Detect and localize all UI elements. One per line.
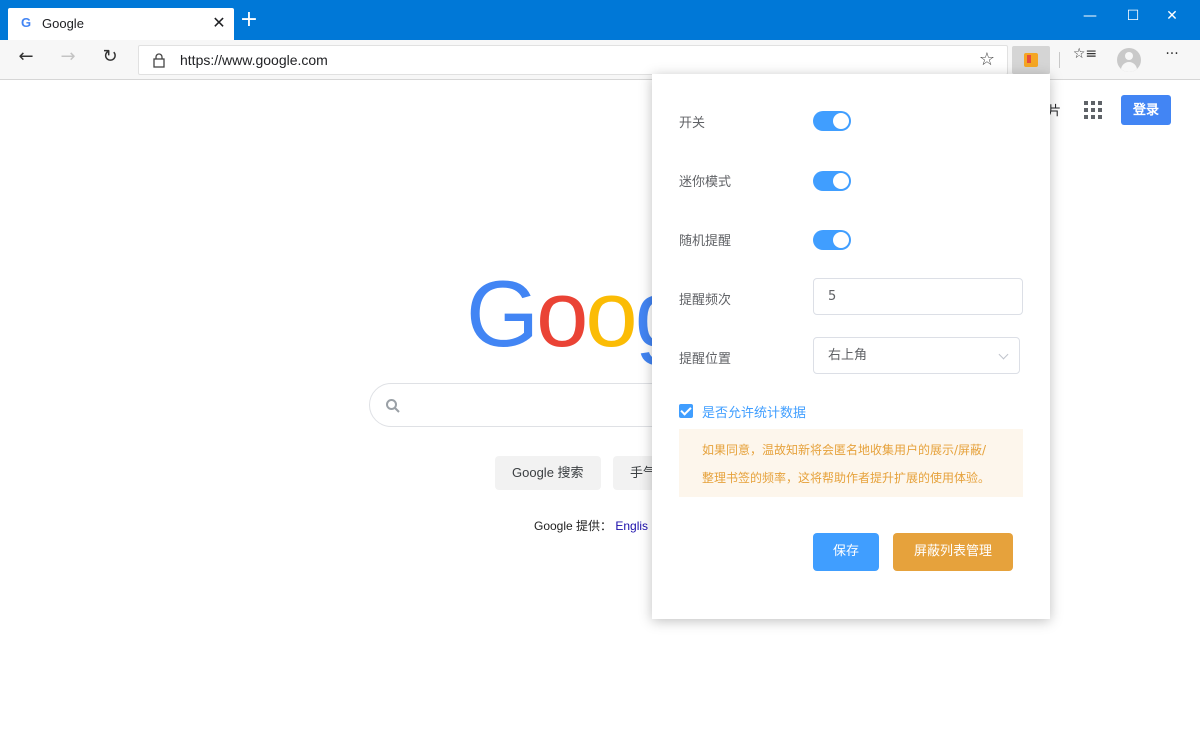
lock-icon	[153, 53, 165, 68]
browser-tab[interactable]: G Google ✕	[8, 8, 234, 40]
allow-stats-checkbox[interactable]	[679, 404, 693, 418]
url-text[interactable]: https://www.google.com	[180, 52, 328, 68]
frequency-label: 提醒频次	[679, 293, 732, 308]
signin-button[interactable]: 登录	[1121, 95, 1171, 125]
tab-close-icon[interactable]: ✕	[210, 13, 228, 33]
forward-button[interactable]: →	[54, 46, 82, 74]
notice-line-2: 整理书签的频率，这将帮助作者提升扩展的使用体验。	[702, 471, 991, 485]
bookmark-extension-icon	[1024, 53, 1038, 67]
more-menu-button[interactable]: ···	[1158, 46, 1186, 74]
address-bar[interactable]: https://www.google.com ☆	[138, 45, 1008, 75]
switch-label: 开关	[679, 116, 706, 131]
title-bar: G Google ✕ + — ☐ ✕	[0, 0, 1200, 40]
favorites-list-button[interactable]: ☆≡	[1071, 46, 1099, 74]
random-reminder-label: 随机提醒	[679, 234, 732, 249]
position-select-value: 右上角	[828, 348, 868, 363]
save-button[interactable]: 保存	[813, 533, 879, 571]
refresh-button[interactable]: ↻	[96, 46, 124, 74]
window-close-button[interactable]: ✕	[1152, 4, 1192, 28]
offered-in-label: Google 提供：	[534, 519, 613, 533]
minimize-button[interactable]: —	[1070, 4, 1110, 28]
allow-stats-label[interactable]: 是否允许统计数据	[702, 402, 806, 421]
google-search-button[interactable]: Google 搜索	[495, 456, 601, 490]
frequency-input[interactable]: 5	[813, 278, 1023, 315]
mini-mode-toggle[interactable]	[813, 171, 851, 191]
switch-toggle[interactable]	[813, 111, 851, 131]
search-icon	[386, 399, 400, 413]
extension-button[interactable]	[1012, 46, 1050, 74]
favorite-star-icon[interactable]: ☆	[979, 49, 995, 70]
notice-line-1: 如果同意，温故知新将会匿名地收集用户的展示/屏蔽/	[702, 443, 987, 457]
toolbar-divider	[1059, 52, 1060, 68]
position-select[interactable]: 右上角	[813, 337, 1020, 374]
random-reminder-toggle[interactable]	[813, 230, 851, 250]
back-button[interactable]: ←	[12, 46, 40, 74]
block-list-manage-button[interactable]: 屏蔽列表管理	[893, 533, 1013, 571]
language-link[interactable]: Englis	[615, 519, 648, 533]
offered-in-text: Google 提供： Englis	[534, 517, 648, 534]
new-tab-button[interactable]: +	[238, 9, 260, 32]
extension-popup: 开关 迷你模式 随机提醒 提醒频次 5 提醒位置 右上角 是否允许统计数据 如果…	[652, 74, 1050, 619]
apps-grid-icon[interactable]	[1084, 101, 1102, 119]
tab-title: Google	[42, 16, 84, 31]
profile-avatar[interactable]	[1117, 48, 1141, 72]
stats-notice: 如果同意，温故知新将会匿名地收集用户的展示/屏蔽/ 整理书签的频率，这将帮助作者…	[679, 429, 1023, 497]
chevron-down-icon	[998, 349, 1009, 360]
mini-mode-label: 迷你模式	[679, 175, 732, 190]
position-label: 提醒位置	[679, 352, 732, 367]
google-favicon-icon: G	[20, 15, 32, 30]
maximize-button[interactable]: ☐	[1113, 4, 1153, 28]
